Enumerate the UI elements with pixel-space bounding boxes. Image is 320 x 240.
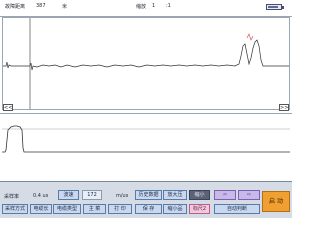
arrow-right-button[interactable]: ⇨ (238, 190, 260, 200)
cable-type-button[interactable]: 电缆类型 (53, 204, 81, 214)
zoom-in-button[interactable]: 放大压 (163, 190, 187, 200)
fault-distance-value: 387 (36, 3, 46, 9)
waveform-divider (0, 113, 292, 114)
main-menu-button[interactable]: 主 菜 (83, 204, 106, 214)
cable-length-button[interactable]: 电缆长 (30, 204, 52, 214)
lower-waveform-panel[interactable] (2, 116, 290, 180)
scale-label: 缩放 (136, 4, 147, 10)
sample-rate-label: 采样率 (4, 194, 20, 200)
scroll-right-button[interactable]: >> (279, 104, 289, 111)
battery-tip (282, 6, 284, 9)
lower-waveform-chart (2, 125, 290, 153)
speed-unit: m/us (116, 193, 129, 199)
reduce-button[interactable]: 缩小 (189, 190, 210, 200)
lower-waveform-trace (2, 125, 290, 153)
upper-waveform-panel[interactable] (2, 17, 290, 110)
history-data-button[interactable]: 历史数据 (135, 190, 162, 200)
save-button[interactable]: 保 存 (135, 204, 162, 214)
fault-marker (246, 33, 254, 41)
status-bar: 故障距离 387 米 缩放 1 :1 (0, 0, 292, 17)
print-button[interactable]: 打 印 (108, 204, 132, 214)
control-panel: 采样率 0.4 us 波速 172 m/us 历史数据 放大压 缩小 ⇦ ⇨ 采… (0, 182, 292, 218)
battery-level (268, 6, 278, 8)
marker2-button[interactable]: 标尺2 (189, 204, 210, 214)
scroll-left-button[interactable]: << (3, 104, 13, 111)
fault-distance-label: 故障距离 (5, 4, 26, 10)
sample-mode-button[interactable]: 采样方式 (2, 204, 28, 214)
sample-rate-value: 0.4 us (33, 193, 49, 199)
shrink-button[interactable]: 缩小品 (163, 204, 187, 214)
battery-icon (266, 4, 282, 10)
start-button[interactable]: 启 动 (262, 191, 290, 212)
reflectometer-screen: 故障距离 387 米 缩放 1 :1 << >> 采样率 0.4 us 波速 1… (0, 0, 292, 218)
scale-value: 1 (152, 3, 156, 9)
auto-judge-button[interactable]: 自动判断 (214, 204, 260, 214)
speed-button[interactable]: 波速 (58, 190, 79, 200)
scale-ratio: :1 (166, 3, 171, 9)
upper-waveform-trace (3, 39, 289, 71)
upper-waveform-chart (3, 18, 289, 109)
arrow-left-button[interactable]: ⇦ (214, 190, 236, 200)
fault-distance-unit: 米 (62, 4, 68, 10)
speed-value: 172 (82, 190, 102, 200)
